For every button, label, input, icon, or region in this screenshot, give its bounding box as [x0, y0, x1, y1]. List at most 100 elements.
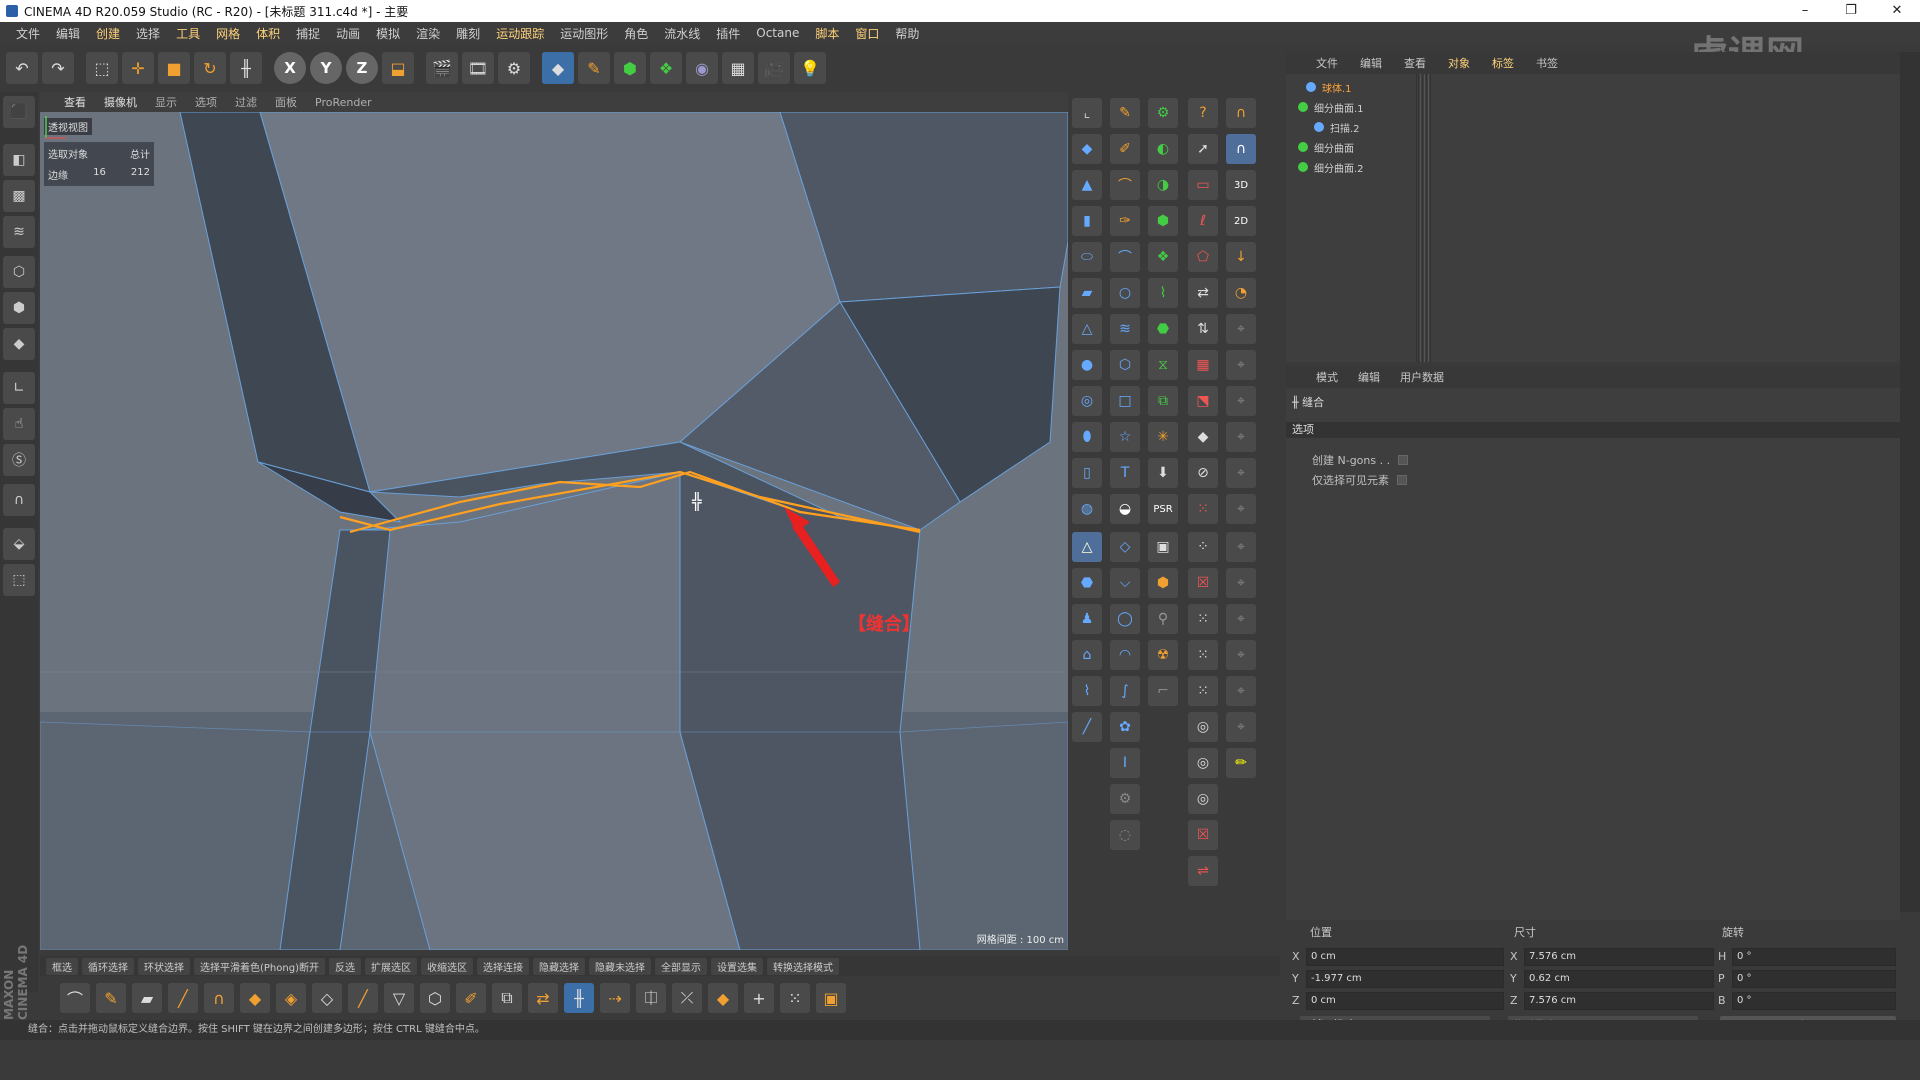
brush-tool-icon[interactable]: ╱	[168, 983, 198, 1013]
deformer-icon[interactable]: ◉	[686, 52, 718, 84]
matrix-extrude-icon[interactable]: ◇	[312, 983, 342, 1013]
polygon-reduction-icon[interactable]: ⬢	[1148, 568, 1178, 598]
cycloid-icon[interactable]: ◯	[1110, 604, 1140, 634]
camera-icon[interactable]: 🎥	[758, 52, 790, 84]
pyramid-icon[interactable]: △	[1072, 314, 1102, 344]
scale-icon[interactable]: ■	[158, 52, 190, 84]
snap-grid-icon[interactable]: ⌖	[1226, 494, 1256, 524]
polygon-pen-tool-icon[interactable]: ✐	[456, 983, 486, 1013]
position-x-field[interactable]: 0 cm	[1306, 948, 1504, 966]
workplane-lock-icon[interactable]: ⬙	[3, 528, 35, 560]
sel-box[interactable]: 框选	[46, 957, 78, 975]
capsule-icon[interactable]: ⬮	[1072, 422, 1102, 452]
stitch-tool-icon[interactable]: ╫	[230, 52, 262, 84]
snap-perpendicular-icon[interactable]: ⌖	[1226, 712, 1256, 742]
four-side-icon[interactable]: ◇	[1110, 532, 1140, 562]
menu-select[interactable]: 选择	[128, 25, 168, 42]
rotation-p-field[interactable]: 0 °	[1732, 970, 1896, 988]
viewport-tab-prorender[interactable]: ProRender	[315, 96, 372, 109]
subdivide-icon[interactable]: ▣	[816, 983, 846, 1013]
platonic-icon[interactable]: △	[1072, 532, 1102, 562]
box-tool-icon[interactable]: ◆	[1188, 422, 1218, 452]
stitch-sew-icon[interactable]: ⇄	[528, 983, 558, 1013]
menu-mograph[interactable]: 运动图形	[552, 25, 616, 42]
point-grid-icon[interactable]: ⁙	[1188, 494, 1218, 524]
bevel-icon[interactable]: ▽	[384, 983, 414, 1013]
circle-spline-icon[interactable]: ○	[1110, 278, 1140, 308]
pen-spline-icon[interactable]: ✎	[578, 52, 610, 84]
magnet-snap-icon[interactable]: ∩	[3, 484, 35, 516]
flower-icon[interactable]: ✿	[1110, 712, 1140, 742]
select-arrow-icon[interactable]: ➚	[1188, 134, 1218, 164]
y-axis-lock-icon[interactable]: Y	[310, 52, 342, 84]
menu-window[interactable]: 窗口	[847, 25, 887, 42]
object-name[interactable]: 球体.1	[1322, 80, 1352, 95]
object-name[interactable]: 扫描.2	[1330, 120, 1360, 135]
snap-guide-icon[interactable]: ⌖	[1226, 568, 1256, 598]
bezier-nurbs-icon[interactable]: ⌇	[1148, 278, 1178, 308]
grid-snap-icon[interactable]: ⬚	[3, 564, 35, 596]
edges-mode-icon[interactable]: ⬢	[3, 292, 35, 324]
render-picture-viewer-icon[interactable]: 🎞	[462, 52, 494, 84]
cylinder-icon[interactable]: ▮	[1072, 206, 1102, 236]
pie-icon[interactable]: ◔	[1226, 278, 1256, 308]
close-hole-icon[interactable]: ☒	[1188, 568, 1218, 598]
radiation-icon[interactable]: ☢	[1148, 640, 1178, 670]
z-axis-lock-icon[interactable]: Z	[346, 52, 378, 84]
x-axis-lock-icon[interactable]: X	[274, 52, 306, 84]
iron-icon[interactable]: ⊘	[1188, 458, 1218, 488]
oil-tank-icon[interactable]: ▯	[1072, 458, 1102, 488]
size-x-field[interactable]: 7.576 cm	[1524, 948, 1714, 966]
sel-hide-unselected[interactable]: 隐藏未选择	[588, 957, 651, 975]
spin-edge-icon[interactable]: ⤫	[672, 983, 702, 1013]
slide-tool-icon[interactable]: ⧉	[492, 983, 522, 1013]
viewport-tab-options[interactable]: 选项	[195, 94, 217, 110]
light-icon[interactable]: 💡	[794, 52, 826, 84]
menu-mesh[interactable]: 网格	[208, 25, 248, 42]
edge-smooth-icon[interactable]: ⌒	[60, 983, 90, 1013]
render-view-icon[interactable]: 🎬	[426, 52, 458, 84]
rotation-b-field[interactable]: 0 °	[1732, 992, 1896, 1010]
lasso-select-icon[interactable]: ℓ	[1188, 206, 1218, 236]
solo-icon[interactable]: Ⓢ	[3, 444, 35, 476]
ngon-spline-icon[interactable]: ⬡	[1110, 350, 1140, 380]
cissoid-icon[interactable]: ⌵	[1110, 568, 1140, 598]
extrude-tool-icon[interactable]: ◆	[240, 983, 270, 1013]
snap-polygon-icon[interactable]: ⌖	[1226, 386, 1256, 416]
split-icon[interactable]: ☒	[1188, 820, 1218, 850]
sel-convert-mode[interactable]: 转换选择模式	[766, 957, 839, 975]
viewport-tab-camera[interactable]: 摄像机	[104, 94, 137, 110]
close-button[interactable]: ✕	[1874, 0, 1920, 22]
extrude-icon[interactable]: ◐	[1148, 134, 1178, 164]
spline-smooth-icon[interactable]: ⌒	[1110, 170, 1140, 200]
menu-script[interactable]: 脚本	[807, 25, 847, 42]
menu-pipeline[interactable]: 流水线	[656, 25, 708, 42]
menu-render[interactable]: 渲染	[408, 25, 448, 42]
attr-tab-mode[interactable]: 模式	[1316, 369, 1338, 385]
redo-icon[interactable]: ↷	[42, 52, 74, 84]
help-cursor-icon[interactable]: ?	[1188, 98, 1218, 128]
sel-phong-break[interactable]: 选择平滑着色(Phong)断开	[194, 957, 325, 975]
menu-snap[interactable]: 捕捉	[288, 25, 328, 42]
cogwheel-icon[interactable]: ◌	[1110, 820, 1140, 850]
weld-icon[interactable]: ⁙	[1188, 604, 1218, 634]
sel-unhide-all[interactable]: 全部显示	[654, 957, 707, 975]
axis-mode-icon[interactable]: ∟	[3, 372, 35, 404]
snap-point-icon[interactable]: ⌖	[1226, 314, 1256, 344]
polygon-pen-icon[interactable]: ╱	[1072, 712, 1102, 742]
object-row[interactable]: 扫描.2	[1292, 118, 1892, 136]
snap-workplane-icon[interactable]: ⌖	[1226, 604, 1256, 634]
option-create-ngons[interactable]: 创建 N-gons . .	[1312, 452, 1409, 468]
snap-quantize-icon[interactable]: ⌖	[1226, 532, 1256, 562]
option-only-visible[interactable]: 仅选择可见元素	[1312, 472, 1407, 488]
profile-icon[interactable]: I	[1110, 748, 1140, 778]
landscape-icon[interactable]: ⬣	[1072, 568, 1102, 598]
attr-tab-user-data[interactable]: 用户数据	[1400, 369, 1444, 385]
live-selection-icon[interactable]: ⬚	[86, 52, 118, 84]
option-checkbox[interactable]	[1398, 455, 1409, 465]
bridge-icon[interactable]: ⬔	[1188, 386, 1218, 416]
spline-arc-icon[interactable]: ✑	[1110, 206, 1140, 236]
object-row[interactable]: 球体.1	[1292, 78, 1892, 96]
sel-grow[interactable]: 扩展选区	[364, 957, 417, 975]
mirror-tool-icon[interactable]: ⎅	[636, 983, 666, 1013]
